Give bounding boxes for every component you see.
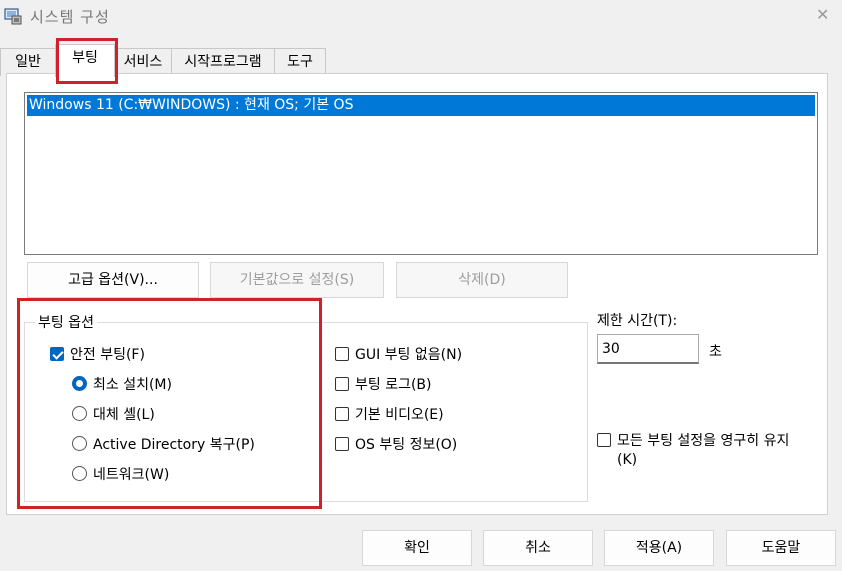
- checkbox-empty-icon: [335, 437, 349, 451]
- tab-services[interactable]: 서비스: [114, 48, 172, 76]
- boot-options-title: 부팅 옵션: [35, 312, 97, 332]
- persist-settings-checkbox[interactable]: 모든 부팅 설정을 영구히 유지: [597, 431, 789, 451]
- base-video-checkbox[interactable]: 기본 비디오(E): [335, 405, 444, 425]
- timeout-label: 제한 시간(T):: [597, 313, 678, 329]
- radio-selected-icon: [72, 376, 87, 391]
- tab-boot[interactable]: 부팅: [55, 44, 115, 77]
- checkbox-empty-icon: [597, 433, 611, 447]
- delete-button[interactable]: 삭제(D): [396, 262, 568, 298]
- radio-empty-icon: [72, 406, 87, 421]
- tab-tools[interactable]: 도구: [274, 48, 326, 76]
- tab-startup[interactable]: 시작프로그램: [171, 48, 275, 76]
- tab-strip: 일반 부팅 서비스 시작프로그램 도구: [0, 44, 842, 77]
- safe-boot-label: 안전 부팅(F): [70, 347, 145, 363]
- radio-active-directory-repair[interactable]: Active Directory 복구(P): [72, 435, 255, 455]
- os-list-item[interactable]: Windows 11 (C:₩WINDOWS) : 현재 OS; 기본 OS: [27, 95, 815, 116]
- title-bar: 시스템 구성 ✕: [0, 0, 842, 34]
- msconfig-icon: [4, 8, 22, 25]
- radio-minimal[interactable]: 최소 설치(M): [72, 375, 172, 395]
- checkbox-empty-icon: [335, 377, 349, 391]
- radio-alternate-shell[interactable]: 대체 셸(L): [72, 405, 155, 425]
- help-button[interactable]: 도움말: [726, 530, 836, 566]
- radio-network-label: 네트워크(W): [93, 467, 170, 483]
- radio-minimal-label: 최소 설치(M): [93, 377, 172, 393]
- timeout-input[interactable]: [597, 334, 699, 364]
- boot-log-checkbox[interactable]: 부팅 로그(B): [335, 375, 432, 395]
- no-gui-boot-label: GUI 부팅 없음(N): [355, 347, 463, 363]
- os-boot-info-checkbox[interactable]: OS 부팅 정보(O): [335, 435, 457, 455]
- radio-active-directory-label: Active Directory 복구(P): [93, 437, 255, 453]
- os-listbox[interactable]: Windows 11 (C:₩WINDOWS) : 현재 OS; 기본 OS: [24, 92, 818, 255]
- boot-log-label: 부팅 로그(B): [355, 377, 432, 393]
- base-video-label: 기본 비디오(E): [355, 407, 444, 423]
- apply-button[interactable]: 적용(A): [604, 530, 714, 566]
- radio-empty-icon: [72, 436, 87, 451]
- os-boot-info-label: OS 부팅 정보(O): [355, 437, 458, 453]
- ok-button[interactable]: 확인: [362, 530, 472, 566]
- window-title: 시스템 구성: [30, 8, 110, 26]
- close-icon[interactable]: ✕: [816, 5, 829, 24]
- timeout-unit: 초: [709, 344, 722, 360]
- cancel-button[interactable]: 취소: [483, 530, 593, 566]
- checkbox-empty-icon: [335, 347, 349, 361]
- radio-network[interactable]: 네트워크(W): [72, 465, 169, 485]
- no-gui-boot-checkbox[interactable]: GUI 부팅 없음(N): [335, 345, 462, 365]
- advanced-options-button[interactable]: 고급 옵션(V)...: [27, 262, 199, 298]
- persist-settings-accesskey: (K): [617, 452, 638, 468]
- tab-general[interactable]: 일반: [0, 48, 56, 76]
- checkbox-empty-icon: [335, 407, 349, 421]
- safe-boot-checkbox[interactable]: 안전 부팅(F): [50, 345, 145, 365]
- checkbox-checked-icon: [50, 347, 64, 361]
- set-default-button[interactable]: 기본값으로 설정(S): [210, 262, 384, 298]
- persist-settings-label: 모든 부팅 설정을 영구히 유지: [617, 433, 790, 449]
- radio-empty-icon: [72, 466, 87, 481]
- radio-alternate-shell-label: 대체 셸(L): [93, 407, 155, 423]
